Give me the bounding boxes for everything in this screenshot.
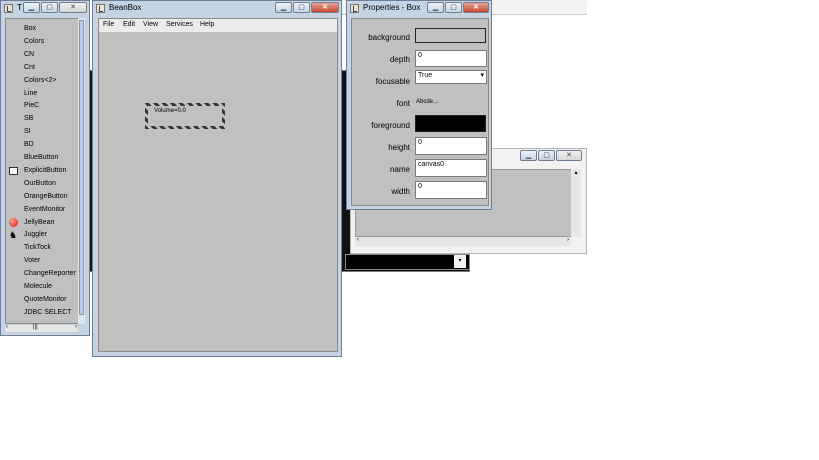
- menu-view[interactable]: View: [143, 21, 158, 28]
- close-icon[interactable]: ✕: [463, 2, 489, 13]
- vertical-scrollbar[interactable]: ▴: [571, 169, 581, 237]
- chevron-down-icon[interactable]: ▾: [480, 71, 484, 79]
- bean-label: Volume=0.0: [154, 108, 186, 114]
- close-icon[interactable]: ✕: [311, 2, 339, 13]
- maximize-icon[interactable]: ▢: [41, 2, 58, 13]
- toolbox-item[interactable]: JellyBean: [24, 219, 54, 226]
- toolbox-item[interactable]: PieC: [24, 102, 39, 109]
- property-label-foreground: foreground: [371, 121, 410, 130]
- toolbox-list: Box Colors CN Cnt Colors<2> Line PieC SB SI BD Blu…: [5, 18, 85, 324]
- toolbox-item[interactable]: TickTock: [24, 244, 51, 251]
- toolbox-item[interactable]: ChangeReporter: [24, 270, 76, 277]
- property-sheet: background depth 0 focusable True ▾ font…: [351, 18, 489, 206]
- beanbox-canvas[interactable]: File Edit View Services Help Volume=0.0: [98, 18, 338, 352]
- minimize-icon[interactable]: ▁: [23, 2, 40, 13]
- toolbox-item[interactable]: Cnt: [24, 64, 35, 71]
- toolbox-item[interactable]: SI: [24, 128, 31, 135]
- toolbox-item[interactable]: Colors<2>: [24, 77, 56, 84]
- minimize-icon[interactable]: ▁: [427, 2, 444, 13]
- console-dropdown-arrow[interactable]: ▾: [454, 255, 466, 268]
- app-icon: [96, 4, 105, 13]
- toolbox-item[interactable]: QuoteMonitor: [24, 296, 66, 303]
- selected-bean-box[interactable]: Volume=0.0: [145, 103, 225, 129]
- property-value-foreground[interactable]: [415, 115, 486, 132]
- property-value-name[interactable]: canvas0: [415, 159, 487, 177]
- property-label-width: width: [391, 187, 410, 196]
- app-icon: [350, 4, 359, 13]
- minimize-icon[interactable]: ▁: [275, 2, 292, 13]
- toolbox-item[interactable]: ExplicitButton: [24, 167, 66, 174]
- property-label-font: font: [396, 99, 410, 108]
- maximize-icon[interactable]: ▢: [445, 2, 462, 13]
- property-value-depth[interactable]: 0: [415, 50, 487, 67]
- toolbox-item[interactable]: BlueButton: [24, 154, 58, 161]
- focusable-selected-value: True: [418, 72, 433, 79]
- jellybean-icon: [9, 218, 18, 227]
- toolbox-item[interactable]: CN: [24, 51, 34, 58]
- maximize-icon[interactable]: ▢: [538, 150, 555, 161]
- toolbox-window: T ▁ ▢ ✕ Box Colors CN Cnt Colors<2> Line PieC S…: [0, 0, 90, 336]
- menu-edit[interactable]: Edit: [123, 21, 135, 28]
- toolbox-title: T: [17, 3, 22, 12]
- close-icon[interactable]: ✕: [556, 150, 582, 161]
- toolbox-item[interactable]: Line: [24, 90, 37, 97]
- toolbox-item[interactable]: JDBC SELECT: [24, 309, 71, 316]
- app-icon: [4, 4, 13, 13]
- toolbox-item[interactable]: Voter: [24, 257, 40, 264]
- toolbox-item[interactable]: Juggler: [24, 231, 47, 238]
- beanbox-window: BeanBox ▁ ▢ ✕ File Edit View Services He…: [92, 0, 342, 357]
- toolbox-vertical-scrollbar[interactable]: [78, 18, 85, 324]
- toolbox-horizontal-scrollbar[interactable]: ‹ ||| ›: [5, 324, 78, 332]
- menu-help[interactable]: Help: [200, 21, 214, 28]
- property-label-height: height: [388, 143, 410, 152]
- toolbox-item[interactable]: SB: [24, 115, 33, 122]
- menu-bar: File Edit View Services Help: [99, 19, 337, 33]
- property-value-height[interactable]: 0: [415, 137, 487, 155]
- minimize-icon[interactable]: ▁: [520, 150, 537, 161]
- maximize-icon[interactable]: ▢: [293, 2, 310, 13]
- juggler-icon: ♞: [9, 230, 18, 240]
- menu-file[interactable]: File: [103, 21, 114, 28]
- menu-services[interactable]: Services: [166, 21, 193, 28]
- properties-title: Properties - Box: [363, 3, 421, 12]
- toolbox-item[interactable]: OurButton: [24, 180, 56, 187]
- toolbox-item[interactable]: Molecule: [24, 283, 52, 290]
- property-value-font[interactable]: Abcde...: [416, 99, 438, 105]
- toolbox-item[interactable]: Box: [24, 25, 36, 32]
- property-value-focusable[interactable]: True ▾: [415, 70, 487, 84]
- property-value-width[interactable]: 0: [415, 181, 487, 199]
- beanbox-title: BeanBox: [109, 3, 142, 12]
- explicit-button-icon: [9, 167, 18, 175]
- property-label-focusable: focusable: [375, 77, 410, 86]
- property-label-background: background: [368, 33, 410, 42]
- toolbox-item[interactable]: Colors: [24, 38, 44, 45]
- toolbox-item[interactable]: EventMonitor: [24, 206, 65, 213]
- close-icon[interactable]: ✕: [59, 2, 87, 13]
- property-value-background[interactable]: [415, 28, 486, 43]
- property-label-depth: depth: [389, 55, 410, 64]
- properties-window: Properties - Box ▁ ▢ ✕ background depth …: [346, 0, 492, 210]
- horizontal-scrollbar[interactable]: ‹ ›: [355, 237, 571, 246]
- console-window-bottom-bar: [345, 254, 470, 270]
- property-label-name: name: [389, 165, 410, 174]
- toolbox-item[interactable]: BD: [24, 141, 34, 148]
- toolbox-item[interactable]: OrangeButton: [24, 193, 68, 200]
